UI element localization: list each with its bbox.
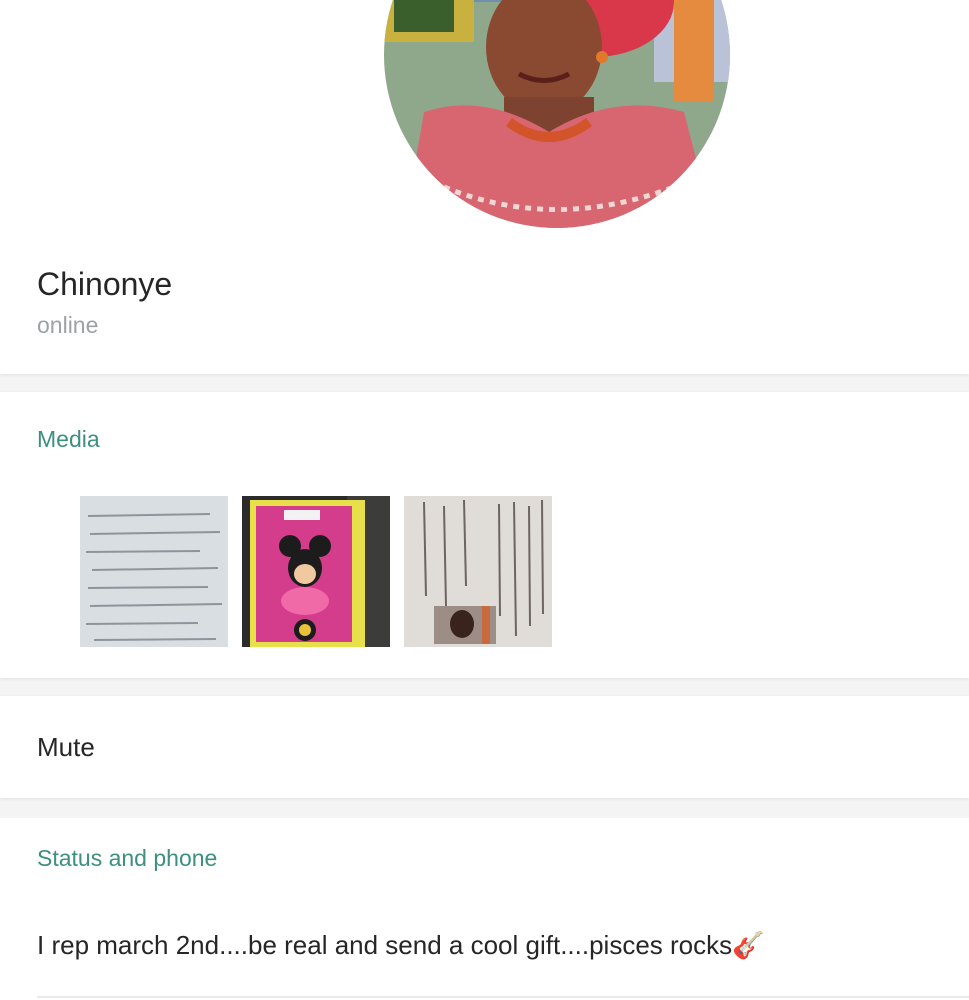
- media-thumbnail[interactable]: [80, 496, 228, 647]
- media-thumbnails: [80, 496, 552, 647]
- presence-status: online: [37, 312, 99, 338]
- contact-name: Chinonye: [37, 266, 173, 302]
- document-image: [404, 496, 552, 647]
- note-image: [80, 496, 228, 647]
- status-section-title: Status and phone: [37, 845, 218, 871]
- media-thumbnail[interactable]: [404, 496, 552, 647]
- media-thumbnail[interactable]: [242, 496, 390, 647]
- card-image: [242, 496, 390, 647]
- status-text: I rep march 2nd....be real and send a co…: [37, 930, 765, 960]
- divider: [37, 996, 969, 998]
- mute-row[interactable]: [0, 696, 969, 798]
- media-section-title: Media: [37, 426, 100, 452]
- contact-info-panel: Chinonye online Media Mute Status and ph…: [0, 0, 969, 1000]
- mute-label[interactable]: Mute: [37, 731, 95, 763]
